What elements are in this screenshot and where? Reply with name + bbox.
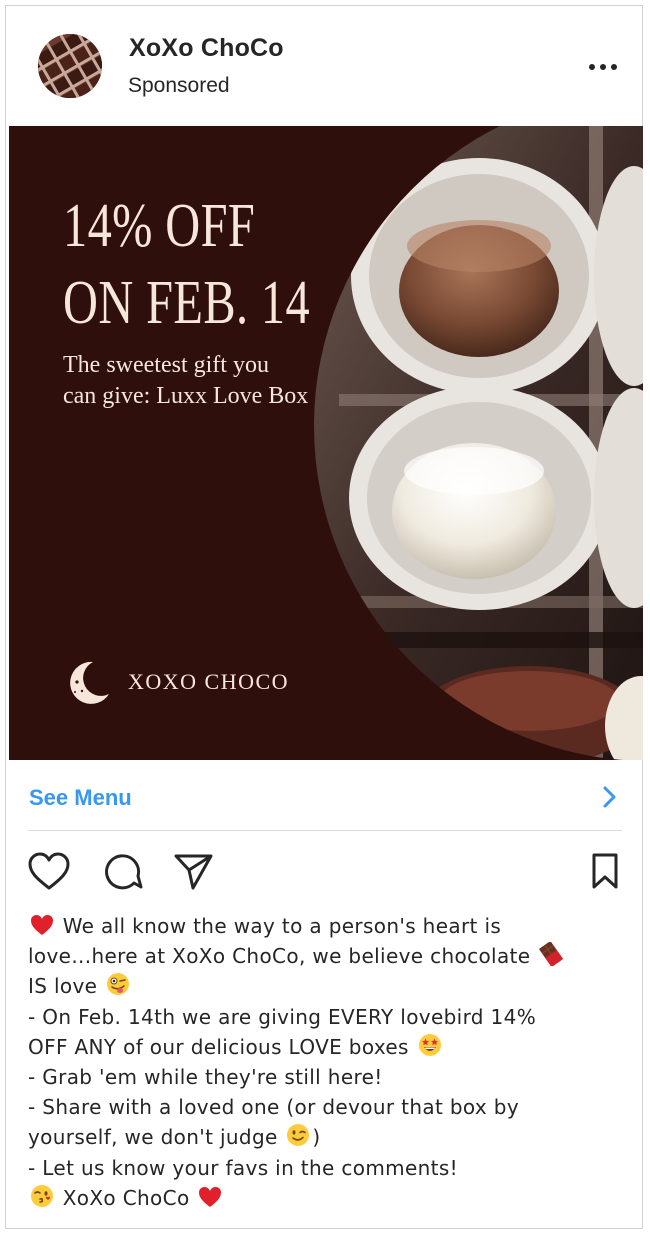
- ad-subheadline-line: The sweetest gift you: [63, 352, 269, 378]
- caption-text: IS love: [28, 974, 98, 999]
- avatar[interactable]: [38, 34, 102, 98]
- caption-line: - Share with a loved one (or devour that…: [28, 1092, 628, 1122]
- caption-text: yourself, we don't judge: [28, 1125, 278, 1150]
- ad-subheadline: The sweetest gift you can give: Luxx Lov…: [63, 350, 363, 412]
- winking-tongue-emoji-icon: [107, 973, 130, 996]
- caption-line: We all know the way to a person's heart …: [28, 911, 628, 941]
- post-caption: We all know the way to a person's heart …: [28, 911, 628, 1213]
- ad-headline: 14% OFF ON FEB. 14: [63, 188, 310, 342]
- caption-text: - Share with a loved one (or devour that…: [28, 1095, 520, 1120]
- divider: [28, 830, 622, 831]
- ad-headline-line: 14% OFF: [63, 192, 256, 260]
- caption-line: XoXo ChoCo: [28, 1183, 628, 1213]
- ad-image[interactable]: 14% OFF ON FEB. 14 The sweetest gift you…: [9, 126, 643, 760]
- caption-text: love...here at XoXo ChoCo, we believe ch…: [28, 944, 531, 969]
- caption-text: - Let us know your favs in the comments!: [28, 1155, 458, 1180]
- caption-line: OFF ANY of our delicious LOVE boxes: [28, 1032, 628, 1062]
- bookmark-icon: [592, 853, 618, 889]
- caption-text: We all know the way to a person's heart …: [62, 914, 502, 938]
- sponsored-label: Sponsored: [128, 74, 230, 97]
- caption-text: ): [312, 1125, 321, 1150]
- send-icon: [174, 854, 213, 890]
- crescent-moon-icon: [70, 661, 109, 704]
- heart-icon: [28, 852, 70, 890]
- share-button[interactable]: [173, 852, 215, 892]
- ad-subheadline-line: can give: Luxx Love Box: [63, 383, 309, 409]
- winking-face-emoji-icon: [287, 1124, 310, 1147]
- chevron-right-icon: [603, 786, 616, 808]
- more-horizontal-icon[interactable]: [585, 58, 621, 76]
- chocolate-bar-icon: [539, 942, 564, 967]
- caption-line: yourself, we don't judge ): [28, 1122, 628, 1152]
- comment-icon: [105, 854, 143, 890]
- caption-text: - On Feb. 14th we are giving EVERY loveb…: [28, 1004, 537, 1029]
- caption-text: - Grab 'em while they're still here!: [28, 1065, 383, 1090]
- caption-line: - Grab 'em while they're still here!: [28, 1062, 628, 1092]
- save-button[interactable]: [588, 852, 630, 892]
- caption-line: love...here at XoXo ChoCo, we believe ch…: [28, 941, 628, 971]
- caption-line: - Let us know your favs in the comments!: [28, 1153, 628, 1183]
- ad-logo-text: XOXO CHOCO: [128, 669, 290, 694]
- red-heart-icon: [199, 1186, 222, 1207]
- comment-button[interactable]: [101, 852, 143, 892]
- caption-text: XoXo ChoCo: [62, 1185, 190, 1210]
- account-name[interactable]: XoXo ChoCo: [129, 34, 284, 63]
- like-button[interactable]: [28, 852, 70, 892]
- ad-headline-line: ON FEB. 14: [63, 269, 311, 337]
- star-struck-emoji-icon: [418, 1033, 441, 1056]
- red-heart-icon: [31, 915, 53, 935]
- caption-text: OFF ANY of our delicious LOVE boxes: [28, 1034, 409, 1059]
- caption-line: - On Feb. 14th we are giving EVERY loveb…: [28, 1002, 628, 1032]
- see-menu-label: See Menu: [29, 785, 132, 810]
- face-blowing-kiss-emoji-icon: [31, 1184, 53, 1207]
- see-menu-button[interactable]: See Menu: [5, 760, 643, 830]
- caption-line: IS love: [28, 971, 628, 1001]
